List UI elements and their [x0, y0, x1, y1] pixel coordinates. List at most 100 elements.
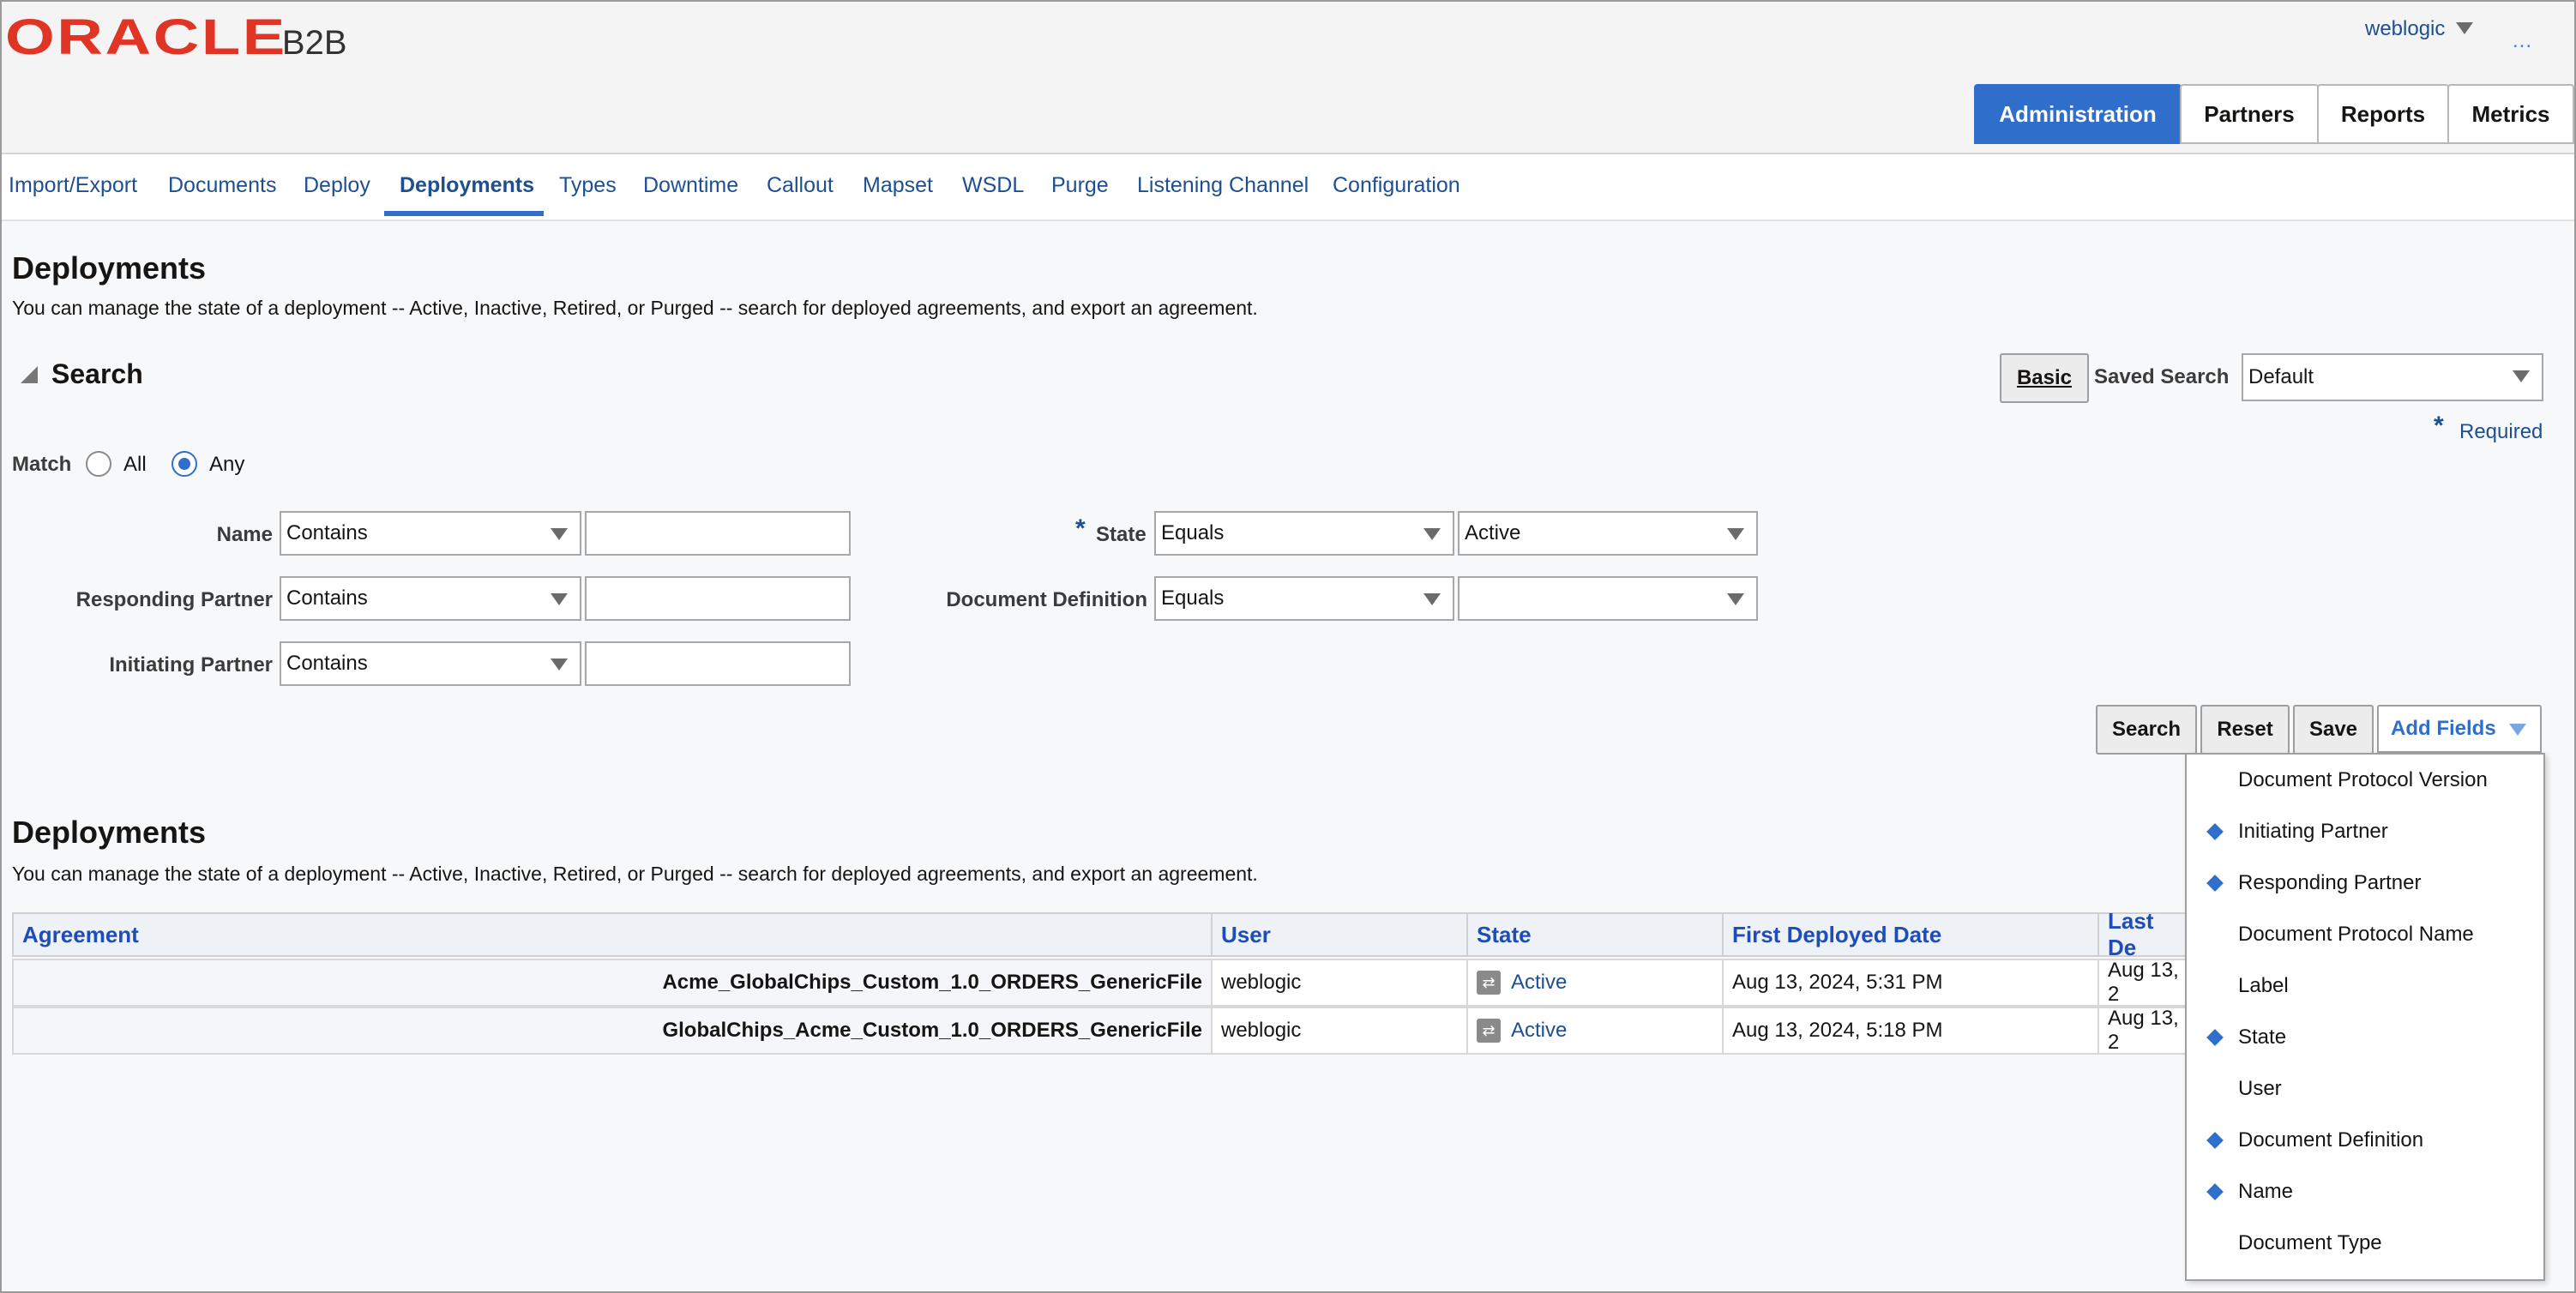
menu-item-label: Document Protocol Version [2238, 768, 2488, 791]
column-header-state[interactable]: State [1466, 912, 1724, 957]
menu-item-label: Label [2238, 974, 2289, 997]
subtab-purge[interactable]: Purge [1051, 173, 1109, 198]
match-any-radio[interactable] [172, 451, 197, 477]
menu-item-label: Name [2238, 1180, 2294, 1203]
menu-item-initiating-partner[interactable]: Initiating Partner [2187, 806, 2543, 857]
initiating-partner-operator-value: Contains [286, 652, 368, 675]
menu-item-user[interactable]: User [2187, 1063, 2543, 1115]
menu-item-label: Document Definition [2238, 1128, 2424, 1152]
subtab-wsdl[interactable]: WSDL [962, 173, 1024, 198]
state-required-star: * [1075, 514, 1086, 543]
subtab-documents[interactable]: Documents [168, 173, 276, 198]
results-description: You can manage the state of a deployment… [12, 863, 1258, 885]
responding-partner-input[interactable] [585, 576, 851, 621]
name-operator-value: Contains [286, 521, 368, 544]
brand-name: ORACLE [5, 9, 287, 65]
state-toggle-icon[interactable]: ⇄ [1477, 1019, 1501, 1043]
menu-item-label-field[interactable]: Label [2187, 960, 2543, 1012]
column-header-last-deployed[interactable]: Last De [2098, 908, 2187, 960]
chevron-down-icon [2509, 724, 2526, 736]
chevron-down-icon[interactable] [2456, 22, 2473, 34]
state-label: State [1096, 523, 1147, 546]
more-options-icon[interactable]: ... [2513, 29, 2532, 53]
menu-item-document-type[interactable]: Document Type [2187, 1218, 2543, 1269]
search-button[interactable]: Search [2096, 705, 2197, 755]
table-row-last-deployed: Aug 13, 2 [2098, 959, 2187, 1007]
chevron-down-icon [551, 528, 568, 540]
oracle-b2b-logo: ORACLE B2B [5, 9, 347, 66]
menu-item-document-protocol-version[interactable]: Document Protocol Version [2187, 755, 2543, 806]
subtab-configuration[interactable]: Configuration [1333, 173, 1460, 198]
subtab-downtime[interactable]: Downtime [643, 173, 738, 198]
match-label: Match [12, 453, 72, 476]
match-all-radio[interactable] [86, 451, 111, 477]
table-row-agreement[interactable]: Acme_GlobalChips_Custom_1.0_ORDERS_Gener… [12, 959, 1213, 1007]
subtab-import-export[interactable]: Import/Export [9, 173, 137, 198]
table-row-first-deployed: Aug 13, 2024, 5:31 PM [1722, 959, 2099, 1007]
subtab-deployments[interactable]: Deployments [400, 173, 534, 198]
required-star: * [2434, 412, 2444, 440]
subtab-deploy[interactable]: Deploy [304, 173, 370, 198]
state-toggle-icon[interactable]: ⇄ [1477, 971, 1501, 995]
tab-reports[interactable]: Reports [2317, 84, 2449, 144]
subtab-callout[interactable]: Callout [767, 173, 834, 198]
save-button[interactable]: Save [2293, 705, 2374, 755]
document-definition-operator-select[interactable]: Equals [1154, 576, 1454, 621]
document-definition-operator-value: Equals [1161, 586, 1225, 610]
table-row-state[interactable]: ⇄ Active [1466, 959, 1724, 1007]
saved-search-value: Default [2248, 365, 2314, 388]
saved-search-label: Saved Search [2094, 365, 2230, 388]
selected-diamond-icon [2206, 1183, 2224, 1200]
sub-navigation: Import/Export Documents Deploy Deploymen… [2, 154, 2574, 221]
name-input[interactable] [585, 511, 851, 556]
required-label: Required [2459, 420, 2543, 443]
search-panel-header[interactable]: Search [21, 358, 143, 390]
subtab-types[interactable]: Types [559, 173, 617, 198]
chevron-down-icon [1423, 528, 1441, 540]
name-operator-select[interactable]: Contains [280, 511, 581, 556]
saved-search-select[interactable]: Default [2242, 353, 2543, 401]
state-link[interactable]: Active [1511, 971, 1567, 995]
menu-item-responding-partner[interactable]: Responding Partner [2187, 857, 2543, 909]
table-row-first-deployed: Aug 13, 2024, 5:18 PM [1722, 1007, 2099, 1055]
menu-item-label: State [2238, 1025, 2287, 1049]
basic-button[interactable]: Basic [2000, 353, 2089, 403]
selected-diamond-icon [2206, 1132, 2224, 1149]
menu-item-name[interactable]: Name [2187, 1166, 2543, 1218]
page-description: You can manage the state of a deployment… [12, 297, 1258, 319]
selected-diamond-icon [2206, 823, 2224, 840]
initiating-partner-input[interactable] [585, 641, 851, 686]
add-fields-button[interactable]: Add Fields [2377, 705, 2542, 753]
user-menu[interactable]: weblogic [2365, 17, 2445, 41]
table-row-state[interactable]: ⇄ Active [1466, 1007, 1724, 1055]
initiating-partner-operator-select[interactable]: Contains [280, 641, 581, 686]
match-any-label: Any [209, 453, 245, 476]
chevron-down-icon [551, 593, 568, 605]
menu-item-document-definition[interactable]: Document Definition [2187, 1115, 2543, 1166]
document-definition-value-select[interactable] [1458, 576, 1758, 621]
subtab-mapset[interactable]: Mapset [863, 173, 933, 198]
menu-item-document-protocol-name[interactable]: Document Protocol Name [2187, 909, 2543, 960]
chevron-down-icon [1727, 593, 1744, 605]
initiating-partner-label: Initiating Partner [109, 653, 273, 677]
table-row-user: weblogic [1211, 959, 1468, 1007]
responding-partner-operator-value: Contains [286, 586, 368, 610]
column-header-user[interactable]: User [1211, 912, 1468, 957]
column-header-agreement[interactable]: Agreement [12, 912, 1213, 957]
reset-button[interactable]: Reset [2200, 705, 2290, 755]
menu-item-state[interactable]: State [2187, 1012, 2543, 1063]
collapse-triangle-icon[interactable] [21, 365, 38, 383]
table-row-agreement[interactable]: GlobalChips_Acme_Custom_1.0_ORDERS_Gener… [12, 1007, 1213, 1055]
match-all-label: All [123, 453, 147, 476]
tab-partners[interactable]: Partners [2180, 84, 2319, 144]
tab-administration[interactable]: Administration [1974, 84, 2182, 144]
subtab-listening-channel[interactable]: Listening Channel [1137, 173, 1309, 198]
tab-metrics[interactable]: Metrics [2447, 84, 2574, 144]
column-header-first-deployed[interactable]: First Deployed Date [1722, 912, 2099, 957]
state-link[interactable]: Active [1511, 1019, 1567, 1043]
state-operator-select[interactable]: Equals [1154, 511, 1454, 556]
chevron-down-icon [551, 659, 568, 671]
main-tabs: Administration Partners Reports Metrics [1974, 84, 2574, 144]
responding-partner-operator-select[interactable]: Contains [280, 576, 581, 621]
state-value-select[interactable]: Active [1458, 511, 1758, 556]
